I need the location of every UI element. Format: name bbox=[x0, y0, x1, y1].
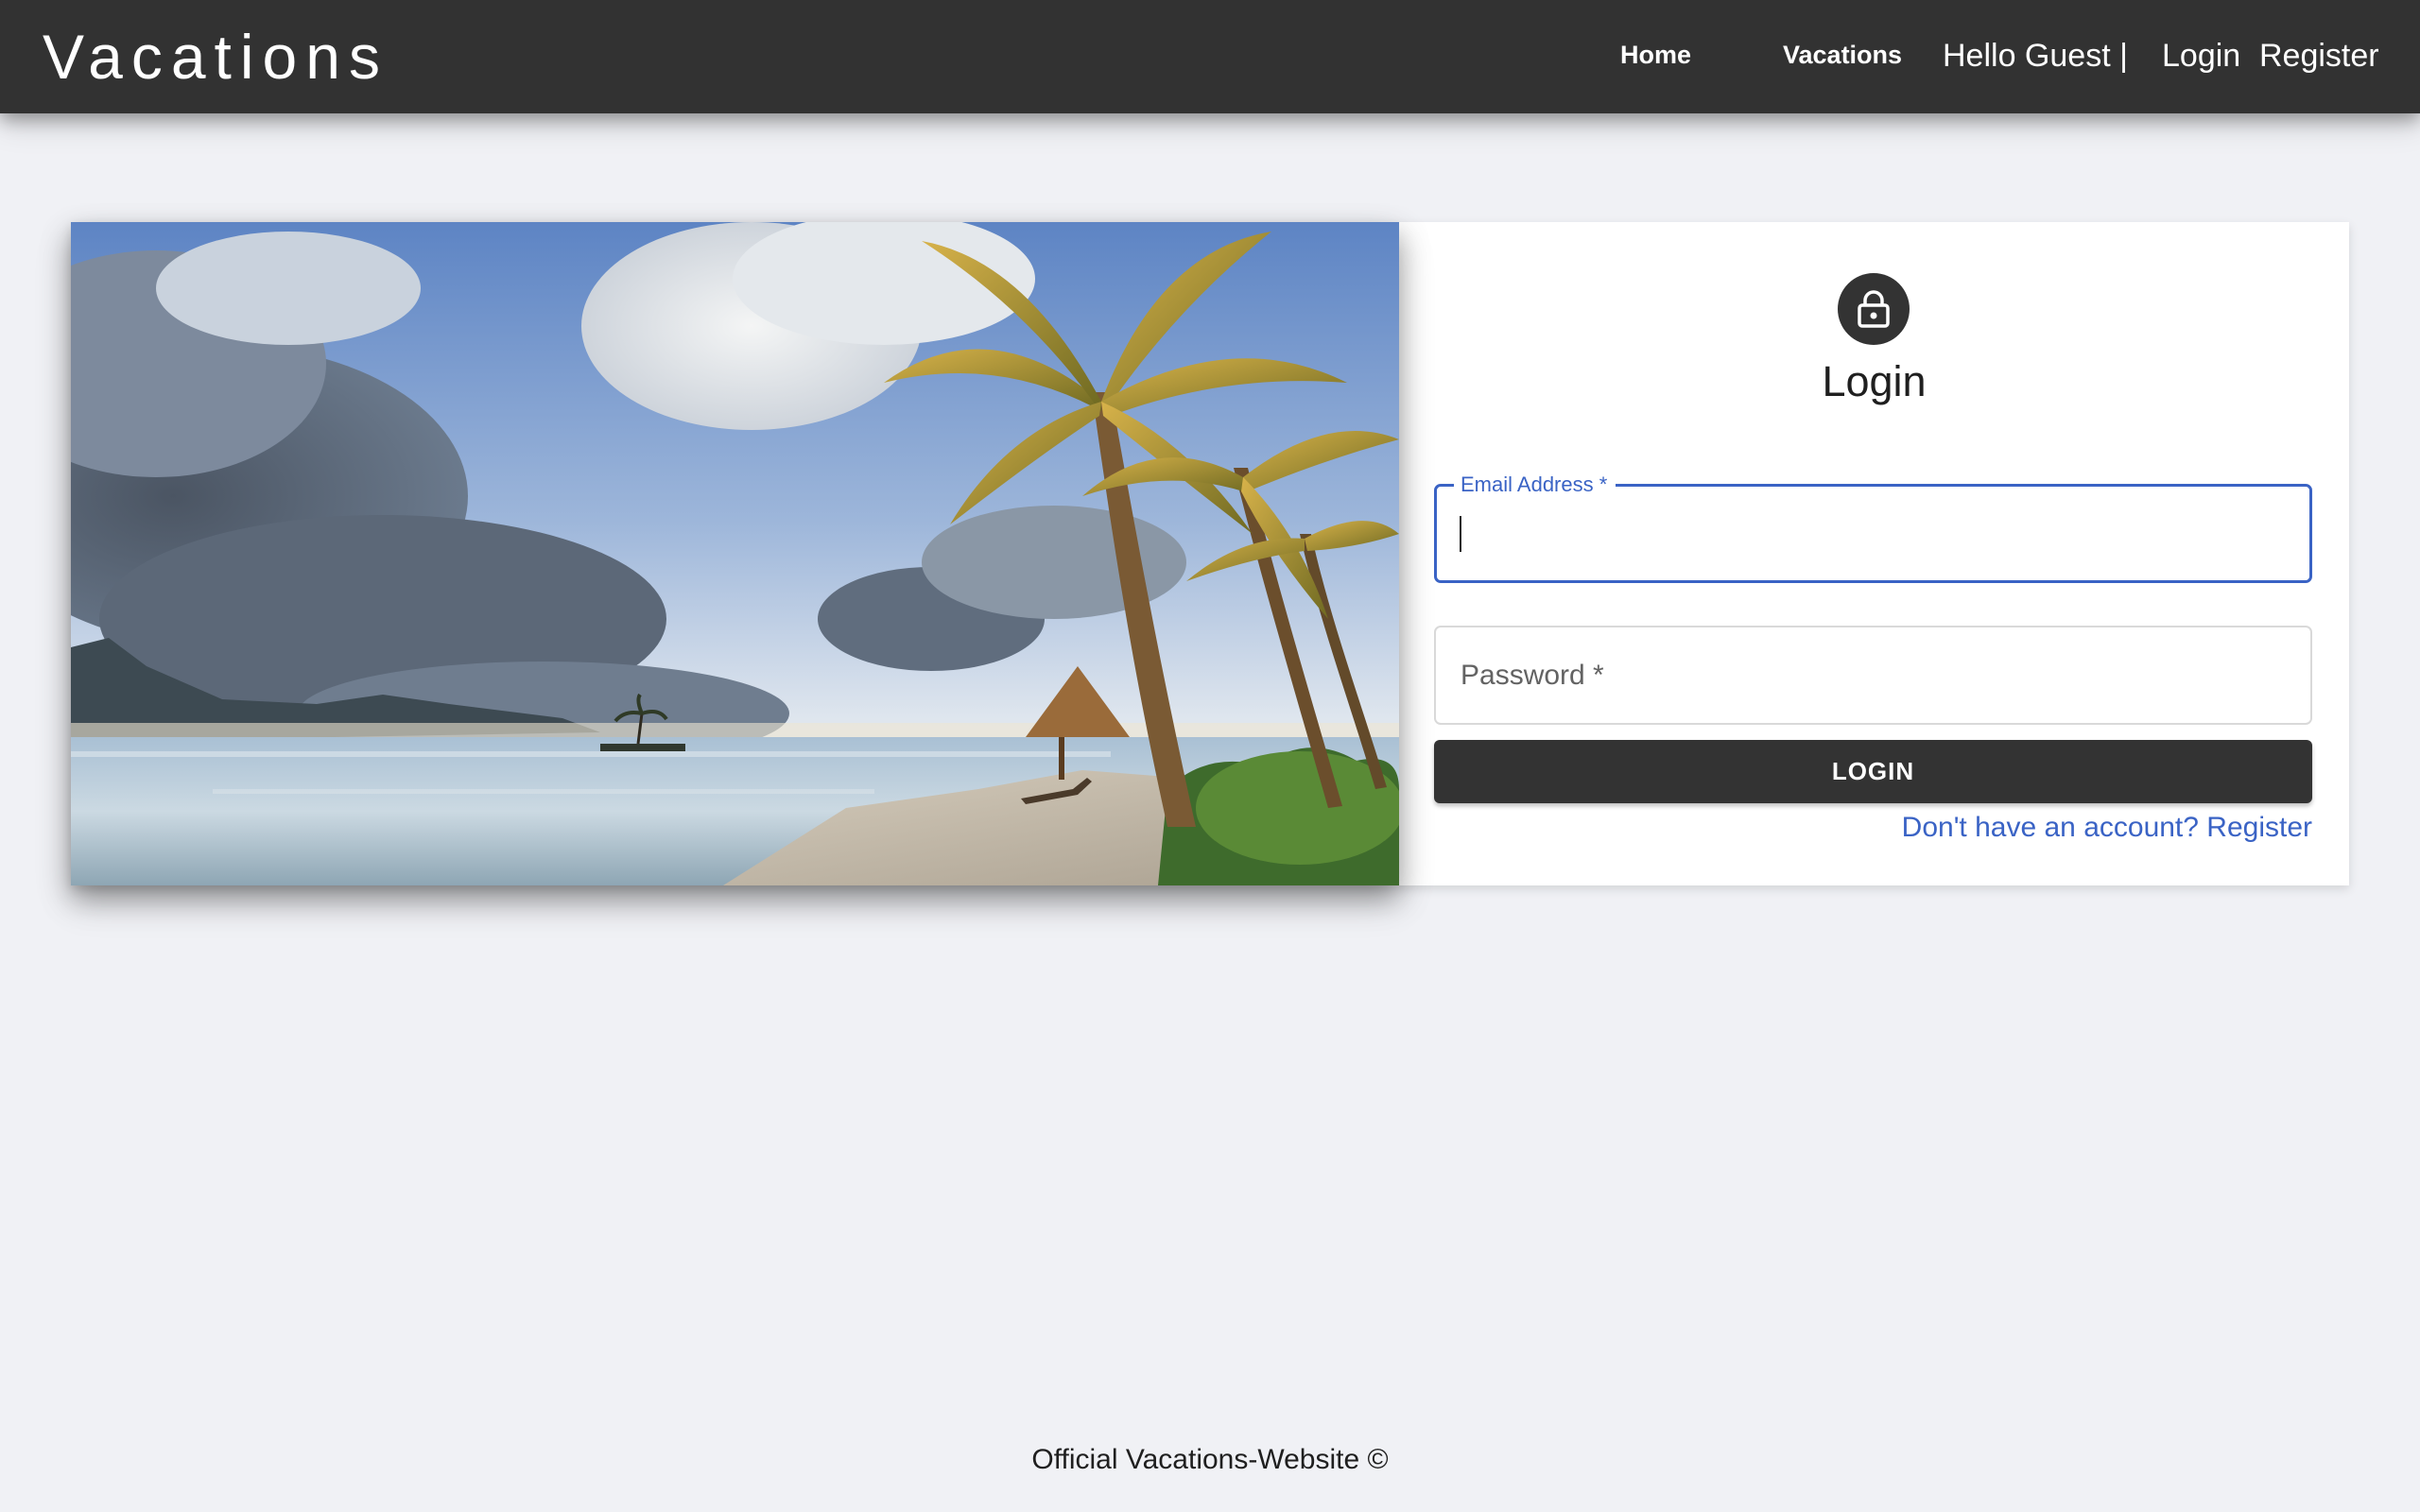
login-card: Login Email Address * Password * LOGIN D… bbox=[71, 222, 2349, 885]
greeting-text: Hello Guest | bbox=[1943, 38, 2128, 74]
login-button[interactable]: LOGIN bbox=[1434, 740, 2312, 803]
password-field[interactable]: Password * bbox=[1434, 626, 2312, 725]
password-placeholder: Password * bbox=[1461, 660, 1604, 691]
email-label: Email Address * bbox=[1454, 472, 1616, 498]
register-link[interactable]: Don't have an account? Register bbox=[1902, 810, 2312, 846]
brand-title[interactable]: Vacations bbox=[43, 21, 389, 93]
header-login-link[interactable]: Login bbox=[2162, 36, 2240, 76]
lock-icon bbox=[1858, 290, 1890, 328]
lock-avatar bbox=[1838, 273, 1910, 345]
email-field[interactable]: Email Address * bbox=[1434, 472, 2312, 583]
beach-palm-photo bbox=[71, 222, 1399, 885]
text-caret bbox=[1460, 516, 1461, 552]
login-title: Login bbox=[1822, 357, 1927, 405]
nav-vacations[interactable]: Vacations bbox=[1783, 38, 1902, 72]
app-bar: Vacations Home Vacations Hello Guest | L… bbox=[0, 0, 2420, 113]
footer-text: Official Vacations-Website © bbox=[1031, 1444, 1389, 1475]
nav-home[interactable]: Home bbox=[1620, 38, 1691, 72]
header-register-link[interactable]: Register bbox=[2259, 36, 2379, 76]
login-form: Login Email Address * Password * LOGIN D… bbox=[1399, 222, 2349, 885]
